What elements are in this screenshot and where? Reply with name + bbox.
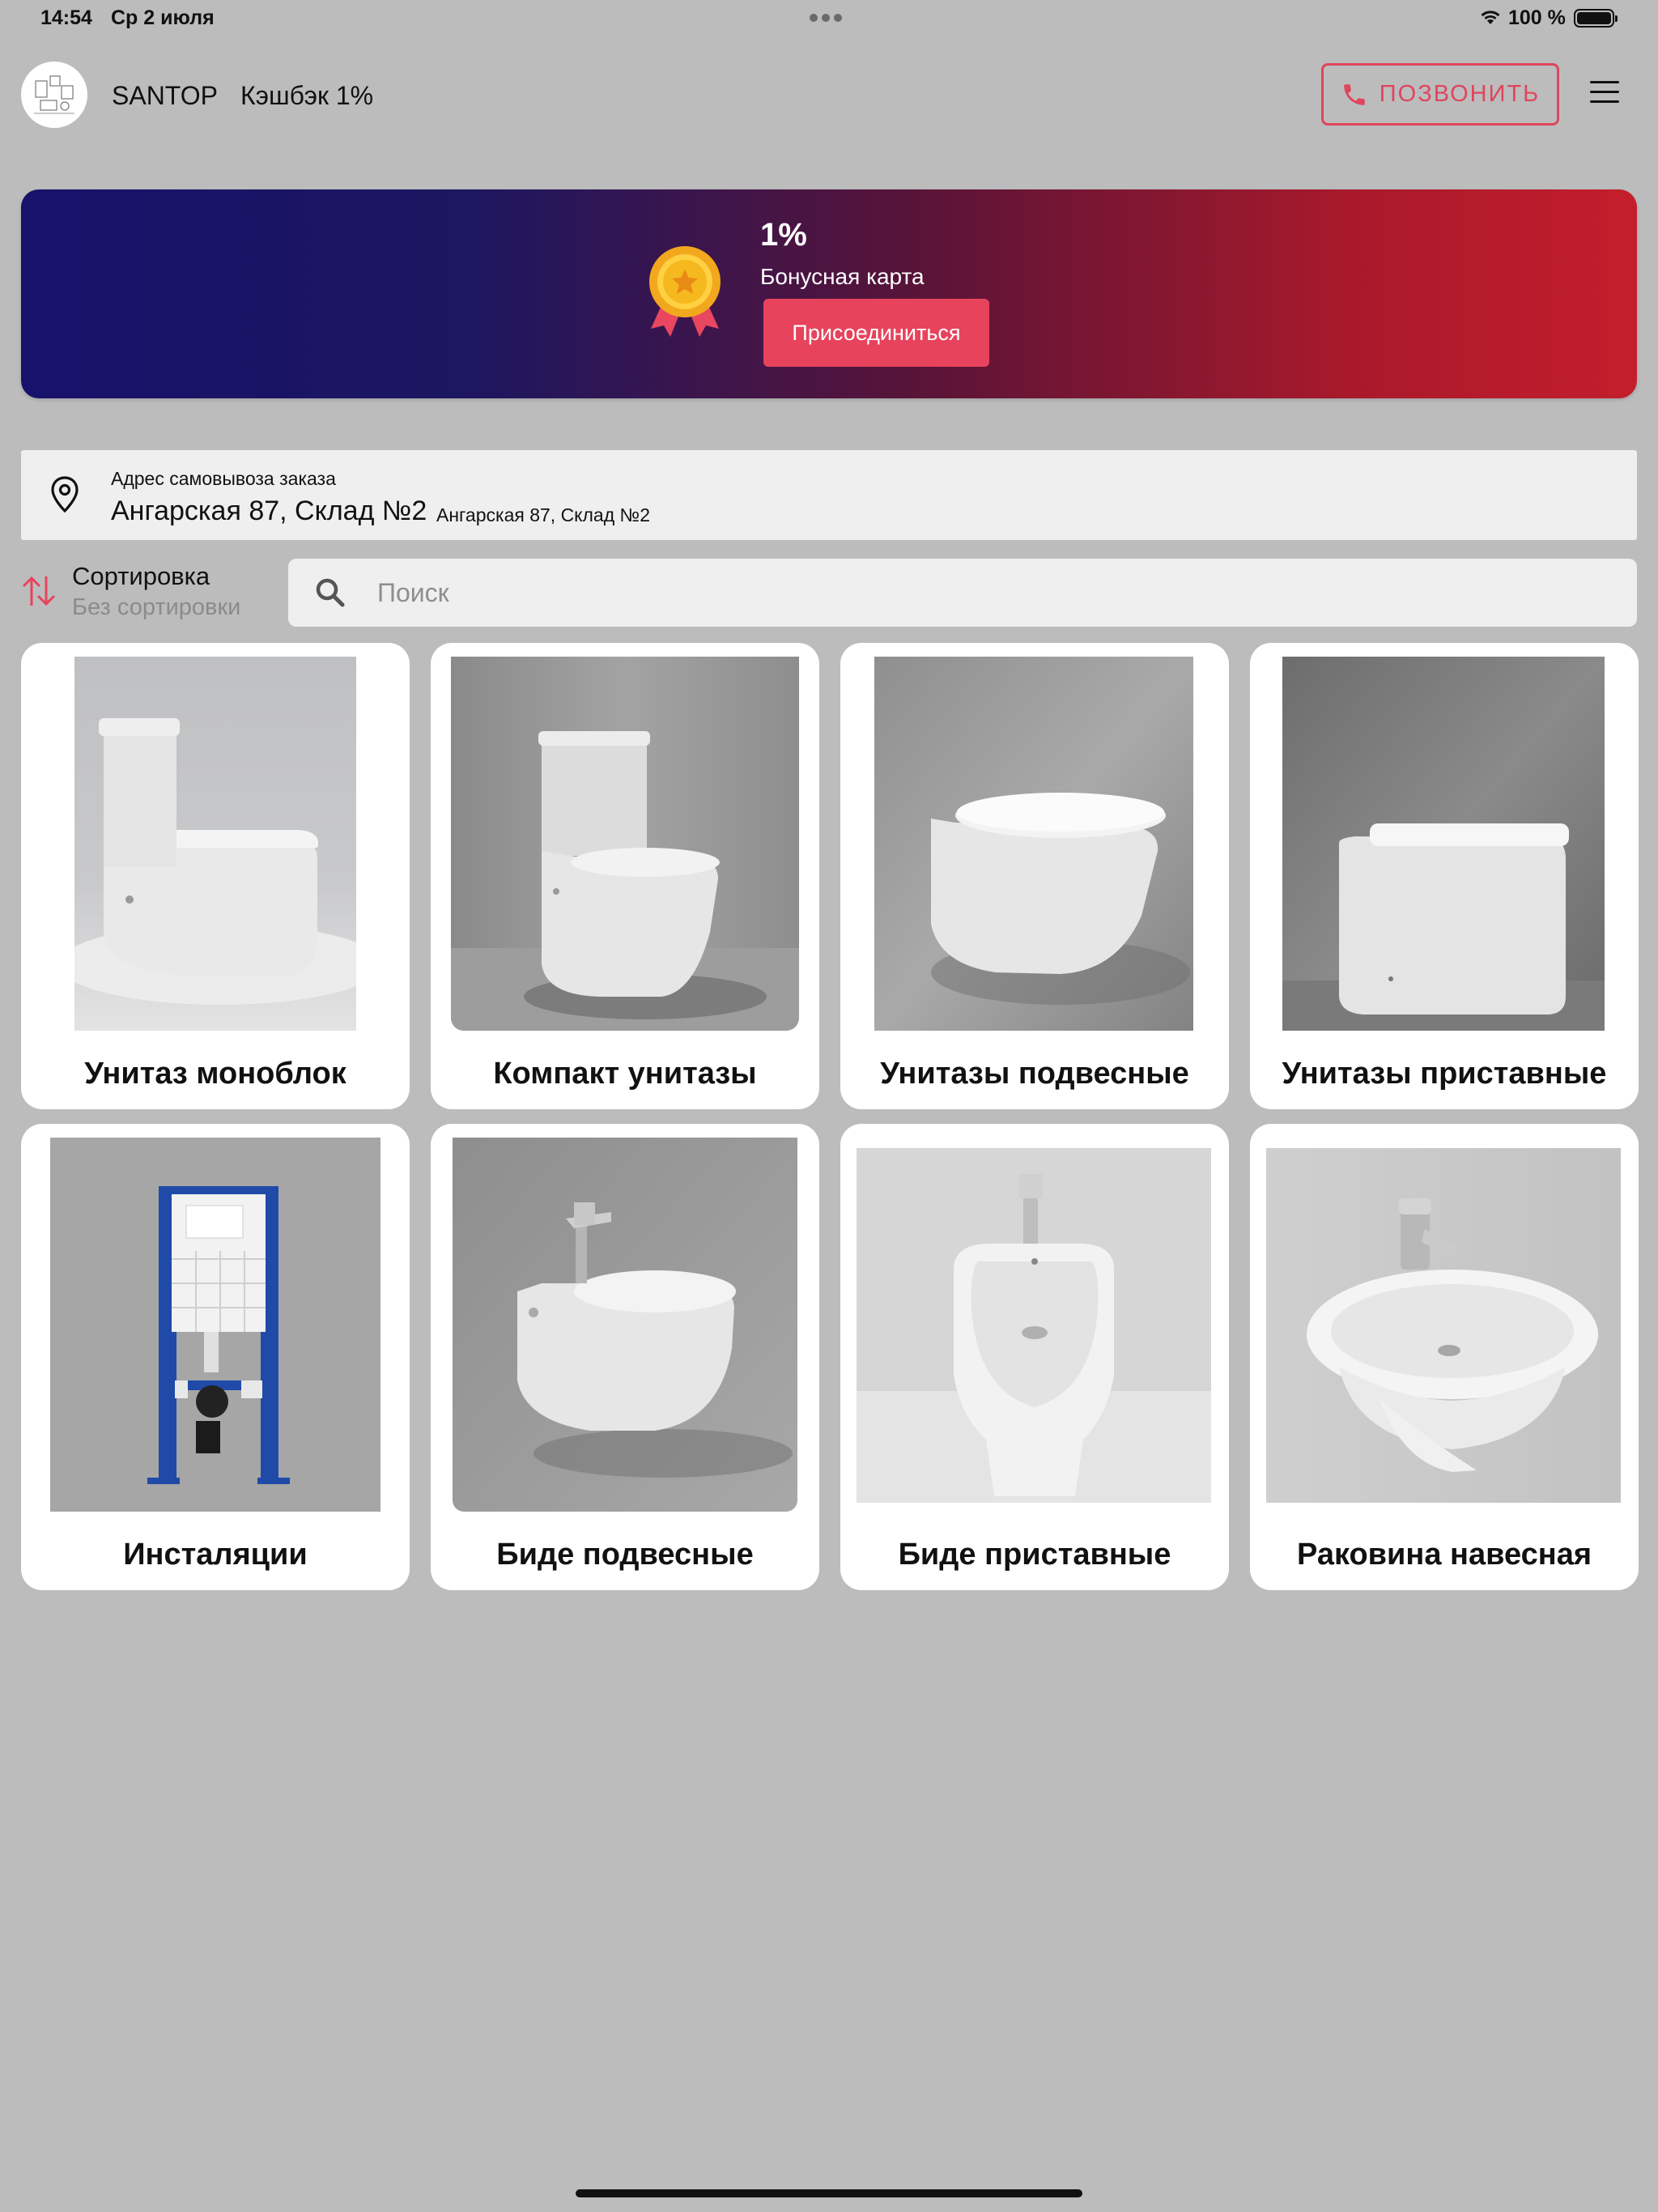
pickup-address-selector[interactable]: Адрес самовывоза заказа Ангарская 87, Ск…	[21, 450, 1637, 540]
wall-sink-image	[1266, 1148, 1621, 1503]
category-label: Биде подвесные	[496, 1538, 754, 1572]
app-root: 14:54 Ср 2 июля 100 % SANTOP Кэшбэк 1% П…	[0, 0, 1658, 2212]
category-label: Компакт унитазы	[493, 1057, 757, 1091]
search-input[interactable]	[377, 559, 1616, 627]
hamburger-menu-icon[interactable]	[1588, 81, 1621, 107]
status-date: Ср 2 июля	[111, 6, 215, 29]
bonus-card-title: Бонусная карта	[760, 264, 925, 289]
floor-bidet-image	[857, 1148, 1211, 1503]
battery-percent: 100 %	[1508, 6, 1566, 29]
wall-hung-bidet-image	[453, 1138, 797, 1512]
multitasking-dots-icon[interactable]	[810, 11, 848, 22]
category-card-wall-hung-bidet[interactable]: Биде подвесные	[431, 1124, 819, 1590]
status-time: 14:54	[40, 6, 92, 29]
pickup-address-label: Адрес самовывоза заказа	[111, 468, 336, 489]
compact-toilet-image	[451, 657, 799, 1031]
category-card-wall-sink[interactable]: Раковина навесная	[1250, 1124, 1639, 1590]
category-card-compact[interactable]: Компакт унитазы	[431, 643, 819, 1109]
wifi-icon	[1481, 11, 1500, 24]
category-card-floor-bidet[interactable]: Биде приставные	[840, 1124, 1229, 1590]
pickup-address-detail: Ангарская 87, Склад №2	[436, 504, 650, 525]
bonus-percent: 1%	[760, 217, 807, 253]
pickup-address-value: Ангарская 87, Склад №2	[111, 496, 427, 526]
location-pin-icon	[51, 476, 79, 513]
sort-value: Без сортировки	[72, 594, 241, 620]
sort-selector[interactable]: Сортировка Без сортировки	[21, 559, 272, 627]
call-button[interactable]: ПОЗВОНИТЬ	[1321, 63, 1559, 125]
bonus-card-banner: 1% Бонусная карта Присоединиться	[21, 189, 1637, 398]
category-label: Биде приставные	[898, 1538, 1171, 1572]
back-to-wall-toilet-image	[1282, 657, 1605, 1031]
category-card-monoblock[interactable]: Унитаз моноблок	[21, 643, 410, 1109]
header: SANTOP Кэшбэк 1% ПОЗВОНИТЬ	[0, 57, 1658, 134]
store-logo[interactable]	[21, 62, 87, 128]
phone-icon	[1344, 83, 1365, 105]
home-indicator[interactable]	[576, 2189, 1082, 2197]
brand-name: SANTOP	[112, 81, 218, 110]
category-label: Инсталяции	[123, 1538, 308, 1572]
search-bar	[288, 559, 1637, 627]
search-icon	[316, 578, 345, 607]
category-label: Раковина навесная	[1296, 1538, 1592, 1572]
battery-icon	[1574, 9, 1618, 28]
monoblock-toilet-image	[74, 657, 356, 1031]
category-label: Унитазы приставные	[1282, 1057, 1607, 1091]
medal-icon	[649, 246, 721, 337]
category-label: Унитазы подвесные	[880, 1057, 1189, 1091]
sort-title: Сортировка	[72, 562, 210, 590]
wall-hung-toilet-image	[874, 657, 1193, 1031]
category-card-back-to-wall-toilet[interactable]: Унитазы приставные	[1250, 643, 1639, 1109]
category-card-wall-hung-toilet[interactable]: Унитазы подвесные	[840, 643, 1229, 1109]
sort-arrows-icon	[22, 576, 56, 606]
category-card-installation[interactable]: Инсталяции	[21, 1124, 410, 1590]
join-button[interactable]: Присоединиться	[763, 299, 989, 367]
installation-frame-image	[50, 1138, 380, 1512]
call-button-label: ПОЗВОНИТЬ	[1379, 81, 1541, 107]
status-bar: 14:54 Ср 2 июля 100 %	[0, 0, 1658, 39]
category-label: Унитаз моноблок	[84, 1057, 346, 1091]
cashback-label: Кэшбэк 1%	[240, 81, 374, 110]
